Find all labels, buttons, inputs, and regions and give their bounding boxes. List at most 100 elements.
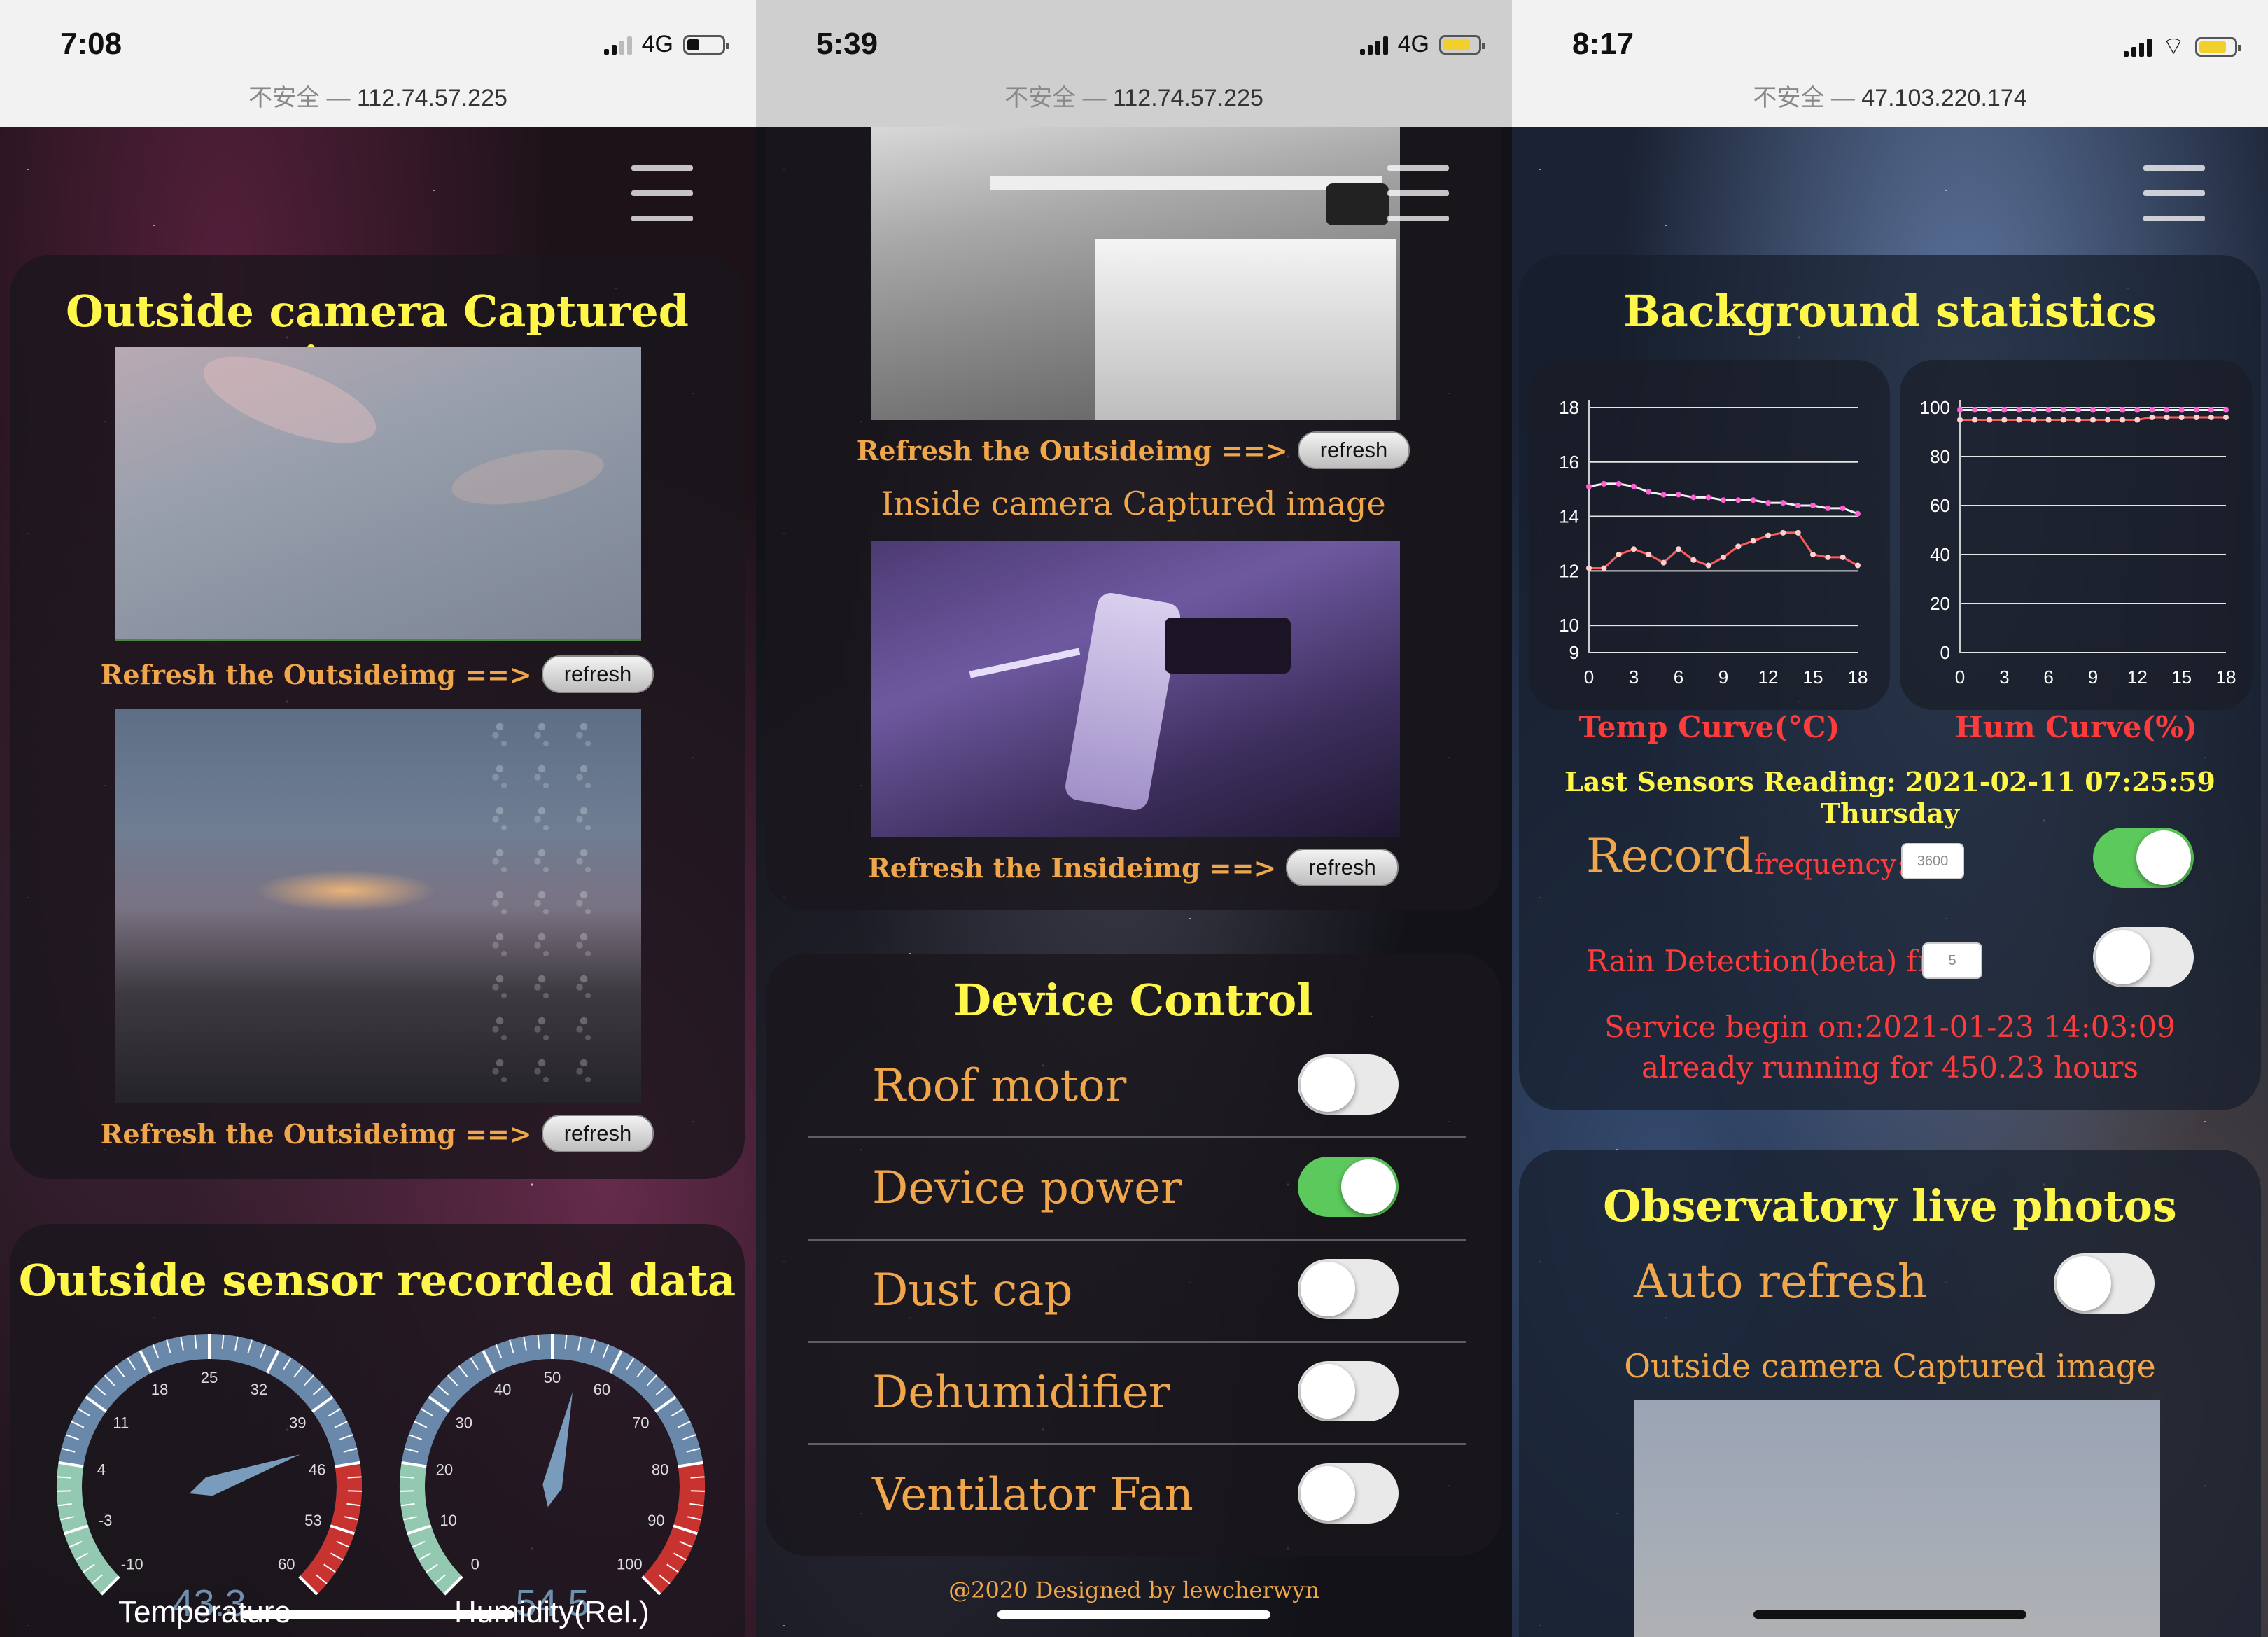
data-point xyxy=(1586,565,1592,571)
url-host: 47.103.220.174 xyxy=(1861,85,2027,111)
signal-icon xyxy=(2124,37,2152,57)
data-point xyxy=(1840,554,1846,560)
url-insecure-label: 不安全 — xyxy=(1753,85,1862,111)
wifi-icon: ⌔ xyxy=(2162,32,2185,60)
gauge-needle xyxy=(542,1392,573,1507)
record-frequency-input[interactable]: 3600 xyxy=(1901,843,1964,879)
hamburger-menu-icon[interactable] xyxy=(2143,165,2205,221)
card-title: Device Control xyxy=(953,975,1313,1026)
y-tick-label: 40 xyxy=(1930,544,1950,565)
device-toggle[interactable] xyxy=(1298,1361,1399,1421)
data-point xyxy=(2193,415,2199,420)
phone-screen-2: 5:39 4G 不安全 — 112.74.57.225 Refresh the … xyxy=(756,0,1512,1637)
refresh-outside-button-2[interactable]: refresh xyxy=(541,1115,654,1152)
data-point xyxy=(1957,407,1963,413)
device-toggle[interactable] xyxy=(1298,1463,1399,1524)
record-toggle[interactable] xyxy=(2093,828,2194,888)
data-point xyxy=(1676,546,1681,552)
refresh-outside-label: Refresh the Outsideimg ==> xyxy=(856,434,1288,466)
refresh-outside-button[interactable]: refresh xyxy=(541,655,654,693)
auto-refresh-toggle[interactable] xyxy=(2054,1253,2155,1314)
data-point xyxy=(1616,480,1622,487)
data-point xyxy=(1810,552,1816,557)
refresh-inside-button[interactable]: refresh xyxy=(1286,849,1399,886)
gauge-tick-label: 20 xyxy=(436,1461,453,1479)
x-tick-label: 9 xyxy=(2088,667,2098,688)
rain-frequency-input[interactable]: 5 xyxy=(1922,942,1982,979)
device-toggle[interactable] xyxy=(1298,1157,1399,1217)
data-point xyxy=(1972,417,1978,423)
data-point xyxy=(1660,559,1667,566)
data-point xyxy=(1840,505,1846,511)
url-bar[interactable]: 不安全 — 47.103.220.174 xyxy=(1512,78,2268,113)
device-label: Roof motor xyxy=(872,1060,1127,1112)
data-point xyxy=(1855,562,1861,569)
battery-icon xyxy=(2195,36,2241,57)
data-point xyxy=(2164,407,2170,413)
x-tick-label: 12 xyxy=(1758,667,1779,688)
last-sensor-reading: Last Sensors Reading: 2021-02-11 07:25:5… xyxy=(1564,766,2216,829)
data-point xyxy=(2223,415,2229,420)
device-row: Ventilator Fan xyxy=(808,1445,1466,1547)
battery-icon xyxy=(1439,34,1485,55)
rain-detection-toggle[interactable] xyxy=(2093,927,2194,987)
gauge-tick-label: 60 xyxy=(278,1555,295,1573)
hamburger-menu-icon[interactable] xyxy=(631,165,693,221)
outside-sensor-card: Outside sensor recorded data -10 -3 4 11 18 2… xyxy=(10,1224,745,1637)
data-point xyxy=(1676,492,1681,498)
refresh-outside-button[interactable]: refresh xyxy=(1297,431,1410,469)
network-type: 4G xyxy=(641,31,673,57)
data-point xyxy=(1646,552,1652,557)
data-point xyxy=(2208,415,2214,420)
data-point xyxy=(2105,417,2111,423)
data-point xyxy=(1705,562,1712,569)
x-tick-label: 3 xyxy=(1629,667,1639,688)
gauge-tick-label: 90 xyxy=(648,1512,664,1529)
gauge-tick-label: 100 xyxy=(617,1555,643,1573)
data-point xyxy=(2178,415,2185,420)
battery-icon xyxy=(683,34,729,55)
hum-curve-caption: Hum Curve(%) xyxy=(1954,710,2198,744)
url-host: 112.74.57.225 xyxy=(356,85,507,111)
data-point xyxy=(2031,407,2037,413)
status-time: 8:17 xyxy=(1572,27,1634,61)
device-label: Dust cap xyxy=(872,1265,1073,1316)
y-tick-label: 10 xyxy=(1559,615,1579,636)
data-point xyxy=(2031,417,2037,423)
gauge-tick-label: 70 xyxy=(632,1414,649,1431)
hamburger-menu-icon[interactable] xyxy=(1387,165,1449,221)
data-point xyxy=(1795,529,1801,536)
status-time: 5:39 xyxy=(816,27,878,61)
data-point xyxy=(1795,503,1801,508)
device-toggle[interactable] xyxy=(1298,1259,1399,1319)
x-tick-label: 0 xyxy=(1955,667,1965,688)
status-bar: 8:17 ⌔ 不安全 — 47.103.220.174 xyxy=(1512,0,2268,127)
outside-camera-image xyxy=(871,127,1400,420)
data-point xyxy=(2223,407,2229,413)
data-point xyxy=(2120,417,2126,423)
data-point xyxy=(2134,407,2141,413)
observatory-live-card: Observatory live photos Auto refresh Out… xyxy=(1519,1150,2261,1637)
url-bar[interactable]: 不安全 — 112.74.57.225 xyxy=(756,78,1512,113)
gauge-tick-label: 11 xyxy=(113,1414,129,1431)
data-point xyxy=(1705,494,1712,501)
x-tick-label: 0 xyxy=(1584,667,1594,688)
data-point xyxy=(2045,407,2052,413)
data-point xyxy=(2075,417,2081,423)
inside-camera-image xyxy=(871,541,1400,837)
gauge-tick-label: 50 xyxy=(544,1369,561,1386)
background-statistics-card: Background statistics 9 10 12 14 16 18 0 3 6 9 12 1… xyxy=(1519,255,2261,1110)
url-bar[interactable]: 不安全 — 112.74.57.225 xyxy=(0,78,756,113)
url-host: 112.74.57.225 xyxy=(1112,85,1264,111)
data-point xyxy=(1780,529,1786,536)
signal-icon xyxy=(1359,35,1388,55)
phone-screen-3: 8:17 ⌔ 不安全 — 47.103.220.174 Background s… xyxy=(1512,0,2268,1637)
home-indicator xyxy=(1754,1610,2026,1619)
y-tick-label: 16 xyxy=(1559,452,1579,473)
device-label: Device power xyxy=(872,1162,1182,1214)
data-point xyxy=(1750,538,1756,544)
device-toggle[interactable] xyxy=(1298,1054,1399,1115)
data-point xyxy=(1690,557,1697,563)
refresh-inside-label: Refresh the Insideimg ==> xyxy=(868,851,1277,884)
data-point xyxy=(1987,407,1993,413)
